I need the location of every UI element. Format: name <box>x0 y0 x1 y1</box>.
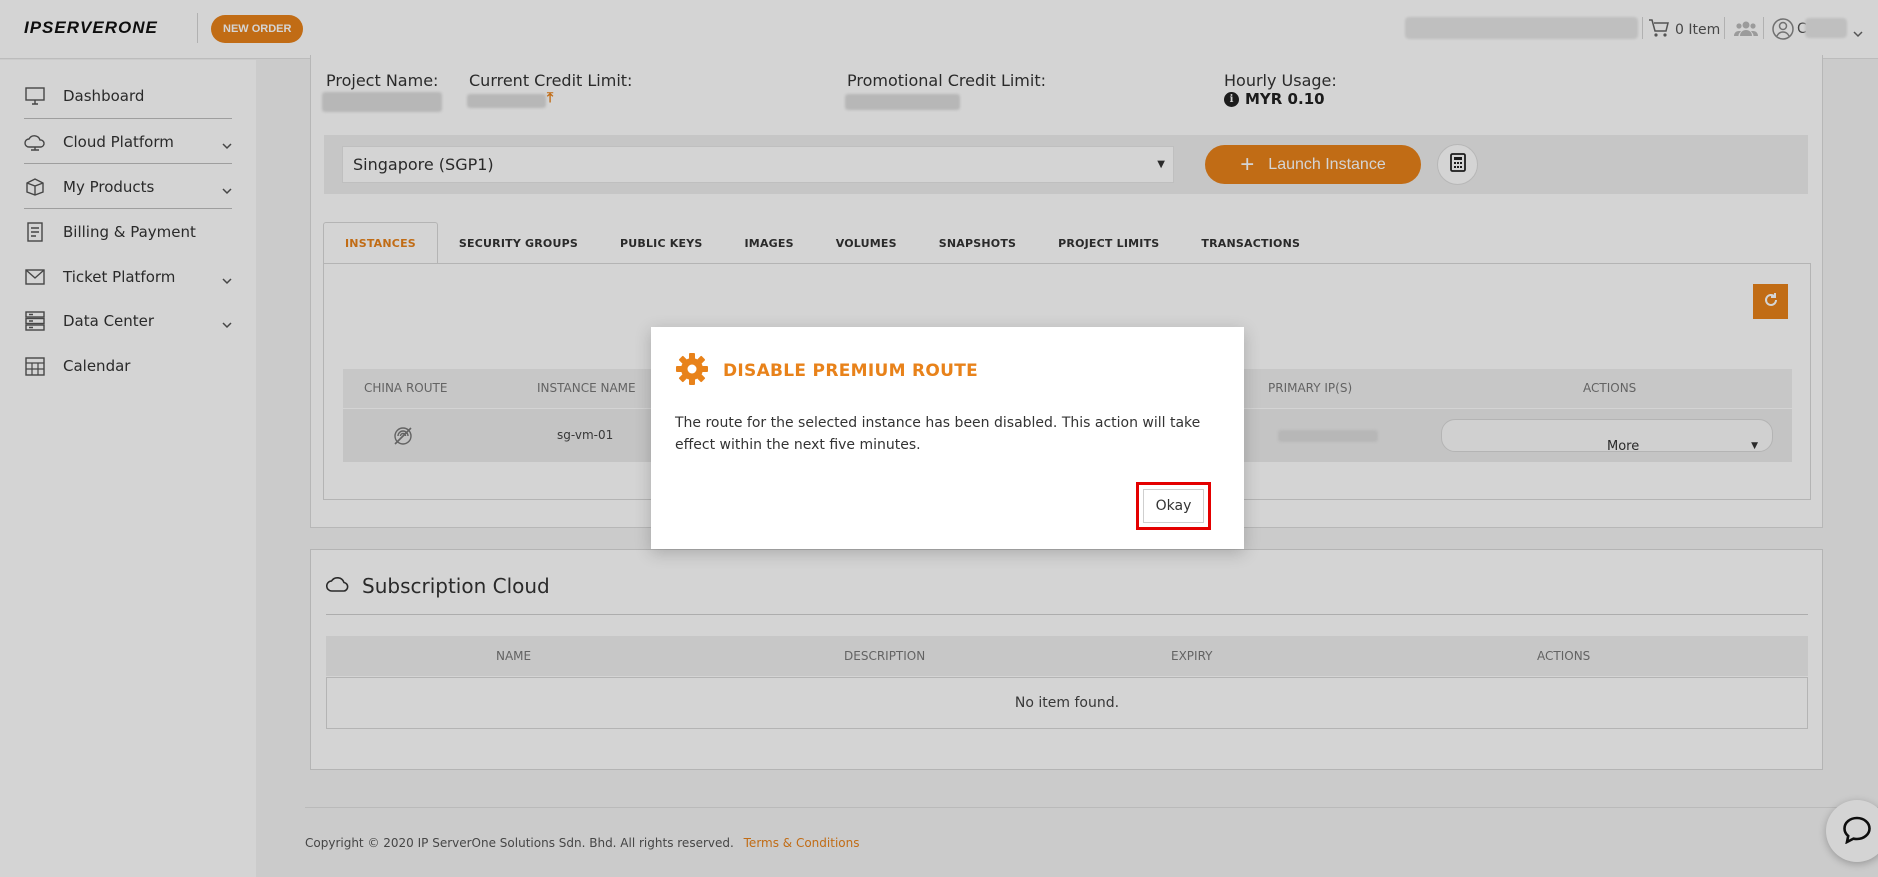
disable-premium-route-dialog: DISABLE PREMIUM ROUTE The route for the … <box>651 327 1244 549</box>
gear-icon <box>675 352 709 390</box>
dialog-message: The route for the selected instance has … <box>675 415 1201 453</box>
dialog-header: DISABLE PREMIUM ROUTE <box>675 352 978 390</box>
highlight-box: Okay <box>1136 482 1211 530</box>
dialog-title: DISABLE PREMIUM ROUTE <box>723 361 979 381</box>
okay-button[interactable]: Okay <box>1143 489 1204 523</box>
